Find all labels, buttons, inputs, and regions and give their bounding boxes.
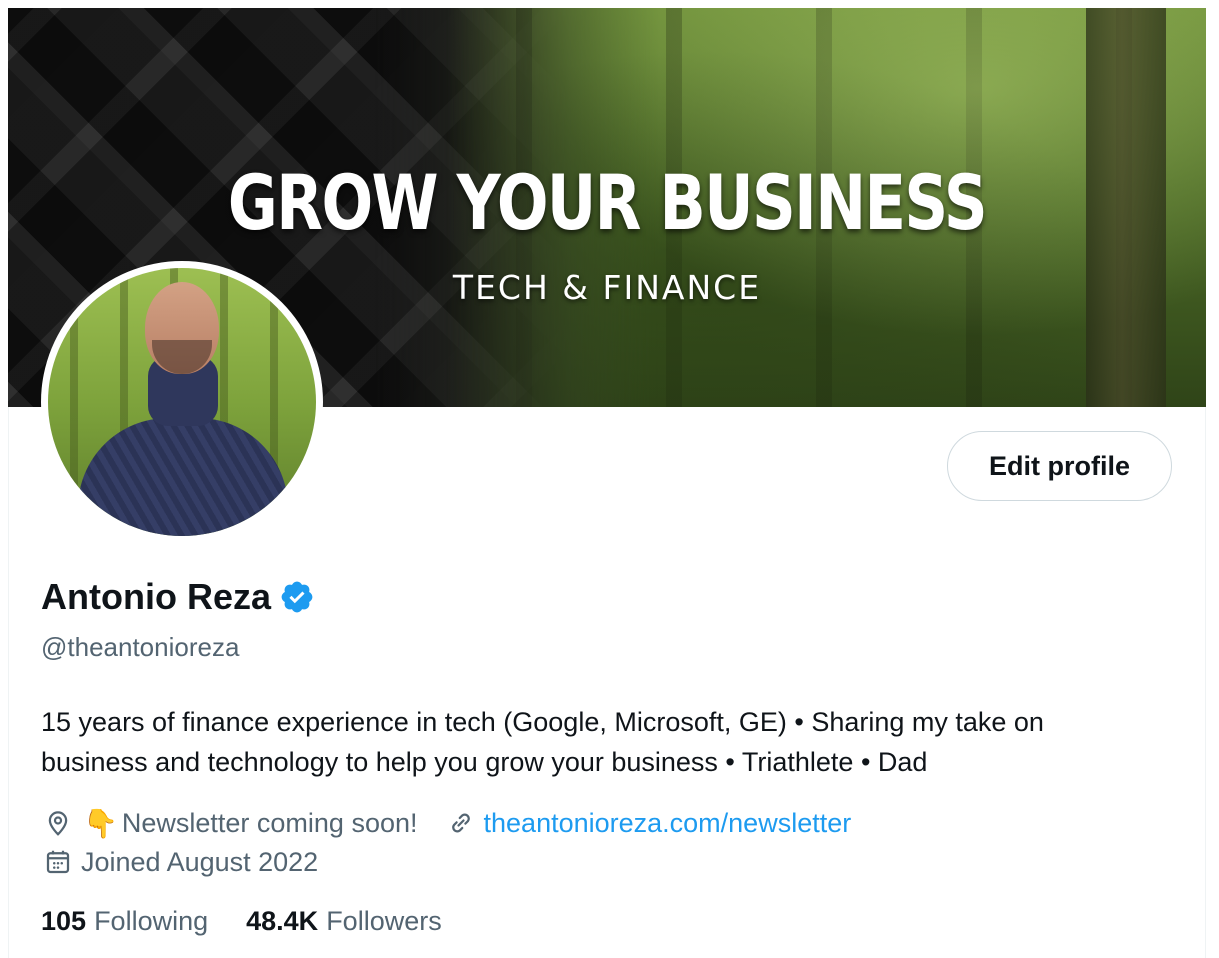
- follow-stats: 105 Following 48.4K Followers: [41, 906, 480, 937]
- bio-line: business and technology to help you grow…: [41, 747, 928, 777]
- location-pin-icon: [41, 806, 75, 840]
- link-icon: [444, 806, 478, 840]
- banner-tree: [1086, 8, 1166, 407]
- bio-line: 15 years of finance experience in tech (…: [41, 707, 1044, 737]
- followers-count: 48.4K: [246, 906, 319, 936]
- following-count: 105: [41, 906, 87, 936]
- avatar-photo: [48, 268, 316, 536]
- location-text: Newsletter coming soon!: [121, 807, 418, 838]
- following-label: Following: [94, 906, 209, 936]
- user-handle: @theantonioreza: [41, 632, 240, 662]
- display-name: Antonio Reza: [41, 576, 271, 617]
- edit-profile-button[interactable]: Edit profile: [947, 431, 1172, 501]
- joined-date: Joined August 2022: [81, 846, 319, 877]
- following-link[interactable]: 105 Following: [41, 906, 208, 937]
- calendar-icon: [41, 845, 75, 879]
- verified-badge-icon[interactable]: [279, 579, 315, 615]
- bio: 15 years of finance experience in tech (…: [41, 702, 1181, 782]
- banner-title: GROW YOUR BUSINESS: [227, 158, 988, 247]
- followers-label: Followers: [326, 906, 442, 936]
- avatar[interactable]: [41, 261, 323, 543]
- name-row: Antonio Reza: [41, 576, 315, 618]
- avatar-sweater: [78, 418, 288, 536]
- profile-meta-row: 👇 Newsletter coming soon! theantonioreza…: [41, 806, 851, 840]
- website-link[interactable]: theantonioreza.com/newsletter: [484, 808, 852, 839]
- pointing-down-emoji: 👇: [83, 806, 118, 840]
- followers-link[interactable]: 48.4K Followers: [246, 906, 442, 937]
- joined-row: Joined August 2022: [41, 845, 318, 879]
